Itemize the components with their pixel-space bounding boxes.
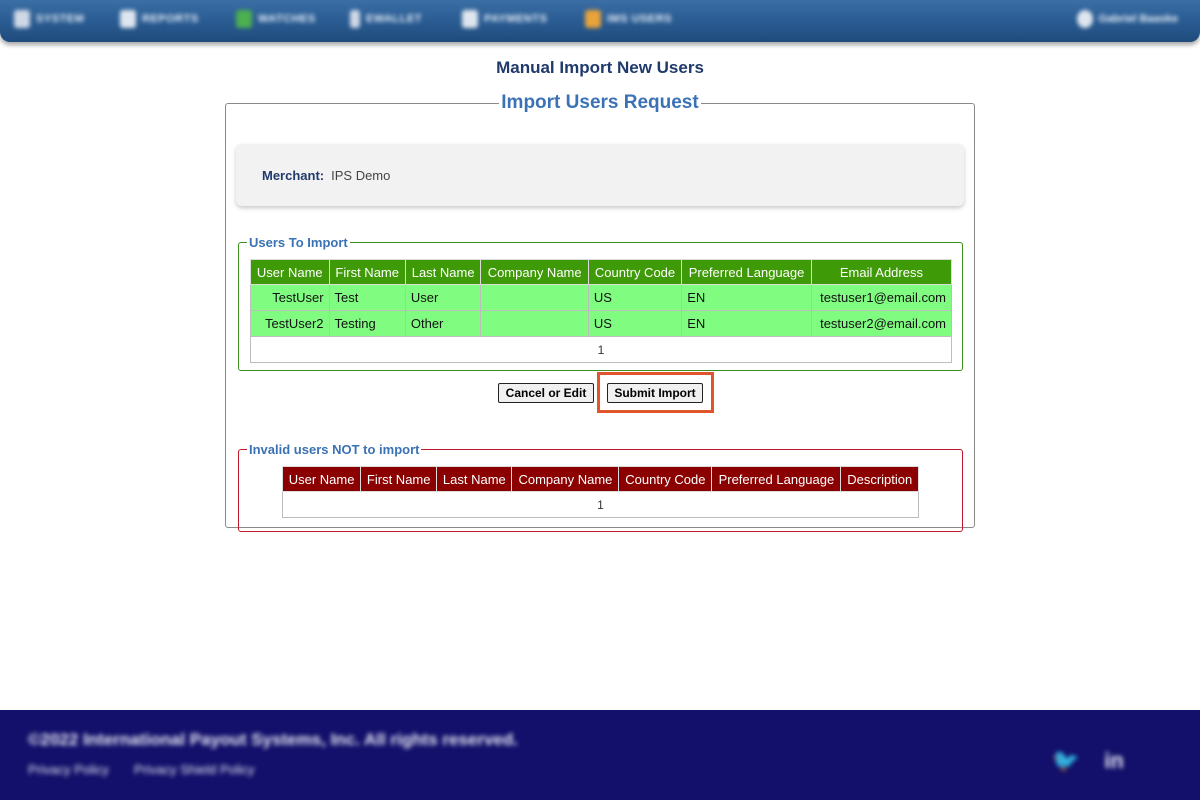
user-menu[interactable]: Gabriel Baaske	[1076, 10, 1179, 28]
pager-row: 1	[282, 491, 919, 518]
system-icon	[14, 10, 30, 28]
pager-row: 1	[250, 336, 952, 363]
nav-item-system[interactable]: SYSTEM	[14, 10, 84, 28]
privacy-policy-link[interactable]: Privacy Policy	[28, 762, 109, 777]
cell-company-name	[480, 310, 589, 337]
reports-icon	[120, 10, 136, 28]
cell-first-name: Test	[328, 284, 406, 311]
nav-item-label: REPORTS	[142, 13, 199, 25]
payments-icon	[462, 10, 478, 28]
panel-legend: Import Users Request	[501, 92, 699, 113]
invalid-users-legend: Invalid users NOT to import	[249, 442, 420, 457]
column-header[interactable]: Last Name	[436, 466, 513, 492]
table-row[interactable]: TestUser2 Testing Other US EN testuser2@…	[250, 310, 953, 337]
users-to-import-table: User Name First Name Last Name Company N…	[250, 259, 953, 363]
nav-item-payments[interactable]: PAYMENTS	[462, 10, 547, 28]
ewallet-icon	[350, 10, 360, 28]
invalid-users-table: User Name First Name Last Name Company N…	[281, 466, 919, 518]
cell-user-name: TestUser	[250, 284, 330, 311]
privacy-shield-policy-link[interactable]: Privacy Shield Policy	[134, 762, 255, 777]
twitter-icon[interactable]: 🐦	[1052, 748, 1080, 773]
watches-icon	[236, 10, 252, 28]
column-header[interactable]: Company Name	[480, 259, 589, 285]
user-avatar-icon	[1076, 10, 1093, 28]
cell-last-name: User	[404, 284, 482, 311]
cell-last-name: Other	[404, 310, 482, 337]
cell-country-code: US	[587, 284, 683, 311]
invalid-users-section: Invalid users NOT to import User Name Fi…	[238, 442, 963, 532]
cancel-or-edit-button[interactable]: Cancel or Edit	[498, 383, 594, 403]
column-header[interactable]: Country Code	[618, 466, 713, 492]
top-nav-bar: SYSTEM REPORTS WATCHES EWALLET PAYMENTS …	[0, 0, 1200, 42]
users-to-import-section: Users To Import User Name First Name Las…	[238, 235, 963, 371]
column-header[interactable]: First Name	[328, 259, 406, 285]
nav-item-label: WATCHES	[258, 13, 316, 25]
submit-import-button[interactable]: Submit Import	[607, 383, 703, 403]
nav-item-reports[interactable]: REPORTS	[120, 10, 199, 28]
copyright-text: ©2022 International Payout Systems, Inc.…	[28, 730, 518, 749]
import-users-request-panel: Import Users Request Merchant: IPS Demo …	[225, 92, 975, 532]
column-header[interactable]: User Name	[250, 259, 330, 285]
linkedin-icon[interactable]: in	[1100, 748, 1128, 773]
table-header-row: User Name First Name Last Name Company N…	[250, 259, 953, 285]
column-header[interactable]: Description	[840, 466, 919, 492]
users-to-import-legend: Users To Import	[249, 235, 348, 250]
page-number-link[interactable]: 1	[250, 336, 952, 363]
column-header[interactable]: First Name	[360, 466, 438, 492]
nav-item-ewallet[interactable]: EWALLET	[350, 10, 422, 28]
column-header[interactable]: Country Code	[587, 259, 683, 285]
column-header[interactable]: Preferred Language	[681, 259, 812, 285]
column-header[interactable]: Email Address	[810, 259, 953, 285]
column-header[interactable]: Preferred Language	[711, 466, 842, 492]
merchant-label: Merchant:	[262, 167, 325, 183]
cell-user-name: TestUser2	[250, 310, 330, 337]
merchant-value: IPS Demo	[331, 167, 391, 183]
column-header[interactable]: Last Name	[404, 259, 482, 285]
nav-item-watches[interactable]: WATCHES	[236, 10, 316, 28]
column-header[interactable]: User Name	[281, 466, 362, 492]
users-icon	[585, 10, 601, 28]
nav-item-label: SYSTEM	[36, 13, 85, 25]
page-number-link[interactable]: 1	[282, 491, 919, 518]
cell-email-address: testuser1@email.com	[810, 284, 953, 311]
cell-country-code: US	[587, 310, 683, 337]
user-name: Gabriel Baaske	[1098, 13, 1179, 25]
nav-item-label: EWALLET	[366, 13, 423, 25]
page-title: Manual Import New Users	[496, 58, 704, 77]
cell-email-address: testuser2@email.com	[810, 310, 953, 337]
table-row[interactable]: TestUser Test User US EN testuser1@email…	[250, 284, 953, 311]
cell-preferred-language: EN	[681, 284, 812, 311]
nav-item-label: PAYMENTS	[484, 13, 548, 25]
footer: ©2022 International Payout Systems, Inc.…	[0, 710, 1200, 800]
cell-first-name: Testing	[328, 310, 406, 337]
merchant-box: Merchant: IPS Demo	[236, 144, 964, 206]
table-header-row: User Name First Name Last Name Company N…	[281, 466, 919, 492]
nav-item-label: IMS USERS	[607, 13, 673, 25]
nav-item-ims-users[interactable]: IMS USERS	[585, 10, 672, 28]
column-header[interactable]: Company Name	[511, 466, 620, 492]
cell-company-name	[480, 284, 589, 311]
cell-preferred-language: EN	[681, 310, 812, 337]
